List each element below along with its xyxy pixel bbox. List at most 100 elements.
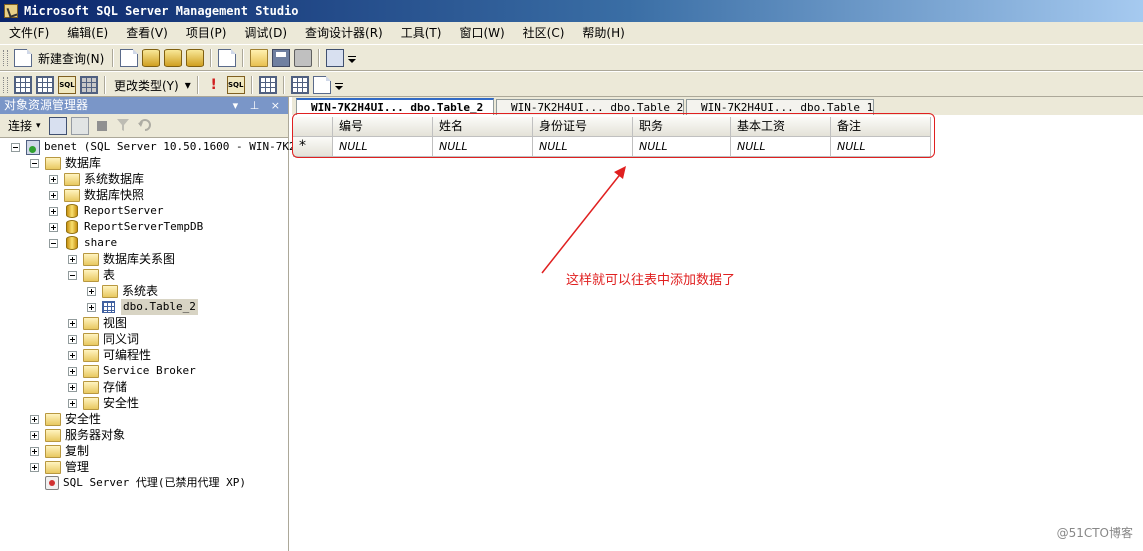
add-derived-table-icon[interactable]: [312, 76, 331, 94]
tree-node-service-broker[interactable]: Service Broker: [68, 363, 196, 379]
tree-node-views[interactable]: 视图: [68, 315, 127, 331]
tree-node-reportservertempdb[interactable]: ReportServerTempDB: [49, 219, 203, 235]
grid-cell[interactable]: NULL: [731, 137, 831, 157]
expand-icon[interactable]: [68, 350, 77, 360]
tree-node-agent[interactable]: SQL Server 代理(已禁用代理 XP): [45, 475, 246, 491]
activity-monitor-icon[interactable]: [326, 49, 345, 67]
filter-icon[interactable]: [115, 117, 133, 135]
expand-icon[interactable]: [87, 286, 96, 296]
grid-cell[interactable]: NULL: [831, 137, 931, 157]
expand-icon[interactable]: [49, 174, 58, 184]
expand-icon[interactable]: [68, 366, 77, 376]
expand-icon[interactable]: [49, 190, 58, 200]
expand-icon[interactable]: [68, 334, 77, 344]
tree-node-synonyms[interactable]: 同义词: [68, 331, 139, 347]
show-results-pane-icon[interactable]: [80, 76, 98, 94]
expand-icon[interactable]: [30, 446, 39, 456]
expand-icon[interactable]: [49, 222, 58, 232]
new-query-button[interactable]: 新建查询(N): [34, 50, 108, 67]
expand-icon[interactable]: [30, 414, 39, 424]
tree-node-tables[interactable]: 表: [68, 267, 115, 283]
tree-node-security[interactable]: 安全性: [30, 411, 101, 427]
tree-node-replication[interactable]: 复制: [30, 443, 89, 459]
menu-file[interactable]: 文件(F): [0, 23, 58, 43]
menu-tools[interactable]: 工具(T): [392, 23, 451, 43]
column-header[interactable]: 职务: [633, 117, 731, 137]
menu-view[interactable]: 查看(V): [117, 23, 177, 43]
grid-cell[interactable]: NULL: [533, 137, 633, 157]
tree-node-storage[interactable]: 存储: [68, 379, 127, 395]
tab-table2-active[interactable]: WIN-7K2H4UI... dbo.Table_2: [296, 98, 494, 115]
expand-icon[interactable]: [68, 382, 77, 392]
tree-node-share[interactable]: share: [49, 235, 117, 251]
dmx-query-icon[interactable]: [186, 49, 205, 67]
execute-sql-icon[interactable]: !: [205, 76, 223, 94]
tree-node-management[interactable]: 管理: [30, 459, 89, 475]
column-header[interactable]: 基本工资: [731, 117, 831, 137]
menu-window[interactable]: 窗口(W): [450, 23, 513, 43]
column-header[interactable]: 备注: [831, 117, 931, 137]
expand-icon[interactable]: [30, 430, 39, 440]
menu-query-designer[interactable]: 查询设计器(R): [296, 23, 392, 43]
tree-node-reportserver[interactable]: ReportServer: [49, 203, 163, 219]
menu-edit[interactable]: 编辑(E): [58, 23, 117, 43]
new-row-marker[interactable]: *: [293, 137, 333, 157]
refresh-icon[interactable]: [137, 117, 155, 135]
column-header[interactable]: 编号: [333, 117, 433, 137]
connect-dropdown-icon[interactable]: ▾: [36, 121, 41, 131]
show-diagram-pane-icon[interactable]: [14, 76, 32, 94]
tree-node-system-databases[interactable]: 系统数据库: [49, 171, 144, 187]
toolbar-grip[interactable]: [3, 50, 8, 66]
print-icon[interactable]: [294, 49, 313, 67]
expand-icon[interactable]: [30, 462, 39, 472]
expand-icon[interactable]: [68, 254, 77, 264]
toolbar-overflow-icon[interactable]: [333, 78, 343, 92]
column-header[interactable]: 身份证号: [533, 117, 633, 137]
save-icon[interactable]: [272, 49, 291, 67]
collapse-icon[interactable]: [11, 142, 20, 152]
chevron-down-icon[interactable]: ▾: [183, 78, 193, 92]
tree-node-table2[interactable]: dbo.Table_2: [87, 299, 198, 315]
tree-node-system-tables[interactable]: 系统表: [87, 283, 158, 299]
grid-cell[interactable]: NULL: [333, 137, 433, 157]
grid-cell[interactable]: NULL: [433, 137, 533, 157]
tree-node-server-objects[interactable]: 服务器对象: [30, 427, 125, 443]
disconnect-icon[interactable]: [70, 116, 89, 135]
verify-sql-icon[interactable]: SQL: [226, 76, 245, 94]
tab-table2[interactable]: WIN-7K2H4UI... dbo.Table_2: [496, 99, 684, 115]
expand-icon[interactable]: [68, 398, 77, 408]
toolbar-grip[interactable]: [3, 77, 8, 93]
menu-debug[interactable]: 调试(D): [235, 23, 296, 43]
expand-icon[interactable]: [87, 302, 96, 312]
tab-table1[interactable]: WIN-7K2H4UI... dbo.Table_1: [686, 99, 874, 115]
collapse-icon[interactable]: [49, 238, 58, 248]
toolbar-overflow-icon[interactable]: [346, 51, 357, 65]
grid-cell[interactable]: NULL: [633, 137, 731, 157]
database-engine-query-icon[interactable]: [120, 49, 139, 67]
analysis-query-icon[interactable]: [142, 49, 161, 67]
tree-node-server[interactable]: benet (SQL Server 10.50.1600 - WIN-7K2H4: [11, 139, 309, 155]
tree-node-db-diagrams[interactable]: 数据库关系图: [68, 251, 175, 267]
stop-icon[interactable]: [96, 120, 107, 131]
tree-node-db-security[interactable]: 安全性: [68, 395, 139, 411]
add-table-icon[interactable]: [290, 76, 309, 94]
mdx-query-icon[interactable]: [164, 49, 183, 67]
show-sql-pane-icon[interactable]: SQL: [58, 76, 76, 94]
expand-icon[interactable]: [68, 318, 77, 328]
collapse-icon[interactable]: [30, 158, 39, 168]
expand-icon[interactable]: [49, 206, 58, 216]
new-file-icon[interactable]: [218, 49, 237, 67]
menu-help[interactable]: 帮助(H): [573, 23, 633, 43]
tree-node-db-snapshots[interactable]: 数据库快照: [49, 187, 144, 203]
open-file-icon[interactable]: [250, 49, 269, 67]
column-header[interactable]: 姓名: [433, 117, 533, 137]
panel-controls[interactable]: ▾ ⊥ ×: [233, 97, 284, 114]
menu-project[interactable]: 项目(P): [177, 23, 236, 43]
group-by-icon[interactable]: [258, 76, 277, 94]
tree-node-databases[interactable]: 数据库: [30, 155, 101, 171]
tree-node-programmability[interactable]: 可编程性: [68, 347, 151, 363]
connect-object-explorer-icon[interactable]: [48, 116, 67, 135]
menu-community[interactable]: 社区(C): [514, 23, 574, 43]
connect-button[interactable]: 连接: [0, 117, 36, 134]
show-criteria-pane-icon[interactable]: [36, 76, 54, 94]
